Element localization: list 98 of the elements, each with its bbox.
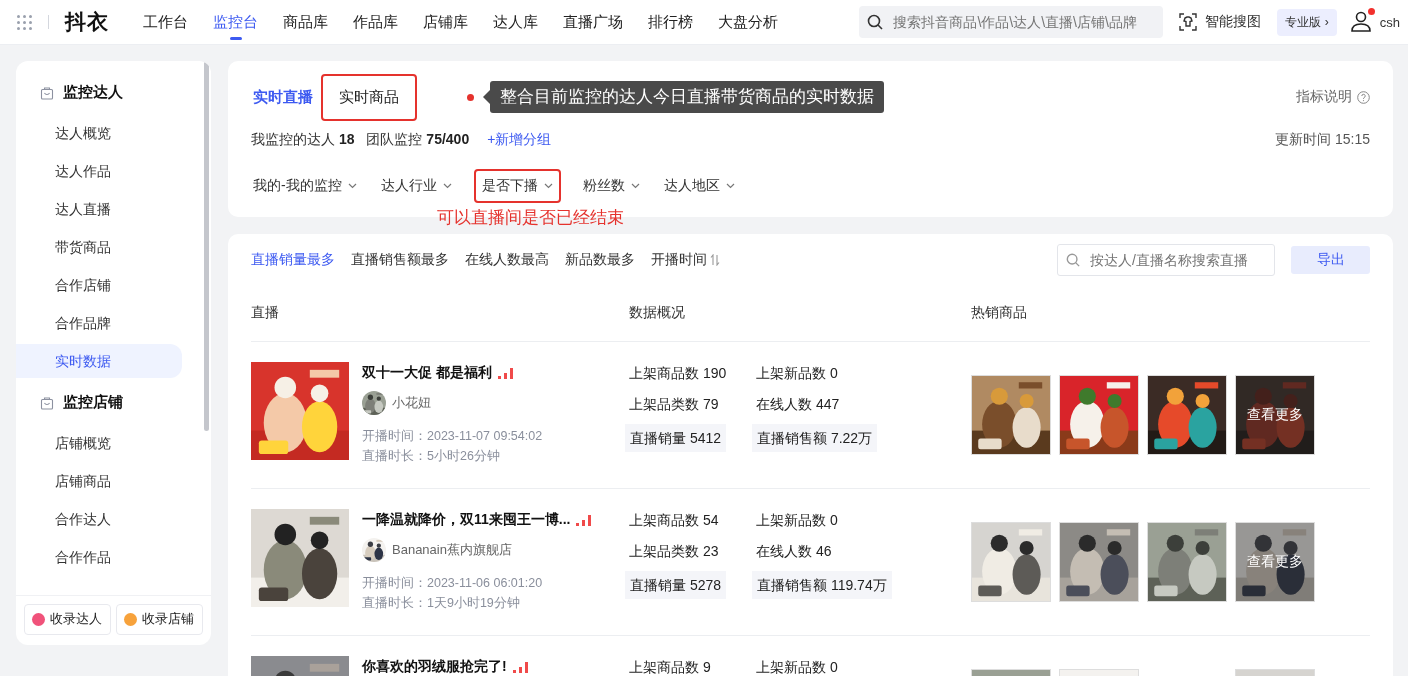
sidebar-item[interactable]: 合作店铺 xyxy=(16,268,182,302)
live-signal-icon xyxy=(512,661,528,673)
add-button[interactable]: 收录店铺 xyxy=(116,604,203,635)
live-signal-icon xyxy=(576,514,592,526)
nav-tab[interactable]: 排行榜 xyxy=(648,6,693,38)
sidebar-item[interactable]: 合作达人 xyxy=(16,502,182,536)
filter-dropdown[interactable]: 达人行业 xyxy=(378,169,454,203)
scroll-bar[interactable] xyxy=(204,61,209,431)
sidebar-item[interactable]: 达人概览 xyxy=(16,116,182,150)
live-signal-icon xyxy=(497,367,513,379)
metric-text: 上架品类数 23 xyxy=(629,542,719,561)
sidebar-item[interactable]: 合作作品 xyxy=(16,540,182,574)
sort-option[interactable]: 开播时间 xyxy=(651,251,720,269)
plan-badge[interactable]: 专业版 › xyxy=(1277,8,1337,36)
tab[interactable]: 实时直播 xyxy=(251,75,315,119)
metric-text: 在线人数 447 xyxy=(756,395,840,414)
filter-dropdown[interactable]: 达人地区 xyxy=(661,169,737,203)
filter-dropdown[interactable]: 我的-我的监控 xyxy=(251,169,359,203)
author-name[interactable]: Bananain蕉内旗舰店 xyxy=(392,541,512,559)
filter-dropdown[interactable]: 是否下播 xyxy=(473,169,561,203)
sales-metric: 直播销量 5412 xyxy=(625,424,727,452)
nav-tab[interactable]: 达人库 xyxy=(493,6,538,38)
live-duration: 直播时长：5小时26分钟 xyxy=(362,448,501,465)
user-name[interactable]: csh xyxy=(1379,14,1400,30)
stat-text: 我监控的达人 18 xyxy=(251,131,355,149)
help-link[interactable]: 指标说明 xyxy=(1296,88,1370,106)
add-group-link[interactable]: +新增分组 xyxy=(487,131,552,149)
sort-option[interactable]: 新品数最多 xyxy=(565,251,635,269)
start-time: 开播时间：2023-11-07 09:54:02 xyxy=(362,428,543,445)
metric-text: 在线人数 46 xyxy=(756,542,832,561)
filter-dropdown[interactable]: 粉丝数 xyxy=(580,169,642,203)
column-header: 数据概况 xyxy=(629,304,686,322)
sidebar-item[interactable]: 店铺概览 xyxy=(16,426,182,460)
live-search-field[interactable]: 按达人/直播名称搜索直播 xyxy=(1057,244,1275,276)
sidebar-item[interactable]: 店铺商品 xyxy=(16,464,182,498)
sort-icon xyxy=(710,254,720,266)
live-title[interactable]: 双十一大促 都是福利 xyxy=(362,364,492,382)
live-title[interactable]: 一降温就降价，双11来囤王一博... xyxy=(362,511,571,529)
section-title: 监控店铺 xyxy=(63,393,123,412)
view-more-link[interactable]: 查看更多 xyxy=(1236,523,1314,601)
search-field[interactable]: 搜索抖音商品\作品\达人\直播\店铺\品牌 xyxy=(859,6,1164,38)
chevron-down-icon xyxy=(543,183,553,189)
metric-text: 上架商品数 54 xyxy=(629,511,719,530)
metric-text: 上架商品数 9 xyxy=(629,658,711,676)
logo[interactable]: 抖衣 xyxy=(65,8,109,36)
sales-metric: 直播销售额 119.74万 xyxy=(752,571,892,599)
nav-tab[interactable]: 工作台 xyxy=(143,6,188,38)
live-duration: 直播时长：1天9小时19分钟 xyxy=(362,595,521,612)
sidebar-item[interactable]: 实时数据 xyxy=(16,344,182,378)
tooltip-pointer-icon xyxy=(483,90,490,104)
chevron-down-icon xyxy=(725,183,735,189)
tab[interactable]: 实时商品 xyxy=(321,73,417,121)
metric-text: 上架新品数 0 xyxy=(756,364,838,383)
sidebar-item[interactable]: 合作品牌 xyxy=(16,306,182,340)
bag-icon xyxy=(40,395,54,410)
update-time: 更新时间 15:15 xyxy=(1275,131,1370,149)
bag-icon xyxy=(40,85,54,100)
nav-tab[interactable]: 直播广场 xyxy=(563,6,623,38)
column-header: 热销商品 xyxy=(971,304,1028,322)
nav-tab[interactable]: 监控台 xyxy=(213,6,258,38)
image-search-button[interactable]: 智能搜图 xyxy=(1179,13,1262,31)
chevron-down-icon xyxy=(442,183,452,189)
sales-metric: 直播销售额 7.22万 xyxy=(752,424,878,452)
tooltip: 整合目前监控的达人今日直播带货商品的实时数据 xyxy=(483,81,884,113)
sales-metric: 直播销量 5278 xyxy=(625,571,727,599)
metric-text: 上架商品数 190 xyxy=(629,364,727,383)
shirt-scan-icon xyxy=(1179,13,1198,31)
marker-dot xyxy=(467,93,474,101)
sort-option[interactable]: 直播销量最多 xyxy=(251,251,335,269)
apps-icon[interactable] xyxy=(17,14,32,30)
sort-option[interactable]: 直播销售额最多 xyxy=(351,251,449,269)
sidebar-item[interactable]: 达人直播 xyxy=(16,192,182,226)
sort-option[interactable]: 在线人数最高 xyxy=(465,251,549,269)
metric-text: 上架新品数 0 xyxy=(756,511,838,530)
stat-text: 团队监控 75/400 xyxy=(366,131,470,149)
section-title: 监控达人 xyxy=(63,83,123,102)
nav-tab[interactable]: 大盘分析 xyxy=(718,6,778,38)
column-header: 直播 xyxy=(251,304,280,322)
help-icon xyxy=(1357,90,1370,104)
search-icon xyxy=(1066,253,1080,267)
sidebar-item[interactable]: 达人作品 xyxy=(16,154,182,188)
author-name[interactable]: 小花妞 xyxy=(392,394,431,412)
search-icon xyxy=(867,14,884,30)
nav-tab[interactable]: 店铺库 xyxy=(423,6,468,38)
add-button[interactable]: 收录达人 xyxy=(24,604,111,635)
chevron-down-icon xyxy=(630,183,640,189)
metric-text: 上架新品数 0 xyxy=(756,658,838,676)
sidebar-item[interactable]: 带货商品 xyxy=(16,230,182,264)
start-time: 开播时间：2023-11-06 06:01:20 xyxy=(362,575,544,592)
nav-tab[interactable]: 作品库 xyxy=(353,6,398,38)
annotation-note: 可以直播间是否已经结束 xyxy=(436,207,624,228)
chevron-down-icon xyxy=(347,183,357,189)
nav-tab[interactable]: 商品库 xyxy=(283,6,328,38)
view-more-link[interactable]: 查看更多 xyxy=(1236,376,1314,454)
export-button[interactable]: 导出 xyxy=(1291,246,1370,274)
user-icon[interactable] xyxy=(1349,9,1372,32)
live-title[interactable]: 你喜欢的羽绒服抢完了! xyxy=(362,658,507,676)
metric-text: 上架品类数 79 xyxy=(629,395,719,414)
